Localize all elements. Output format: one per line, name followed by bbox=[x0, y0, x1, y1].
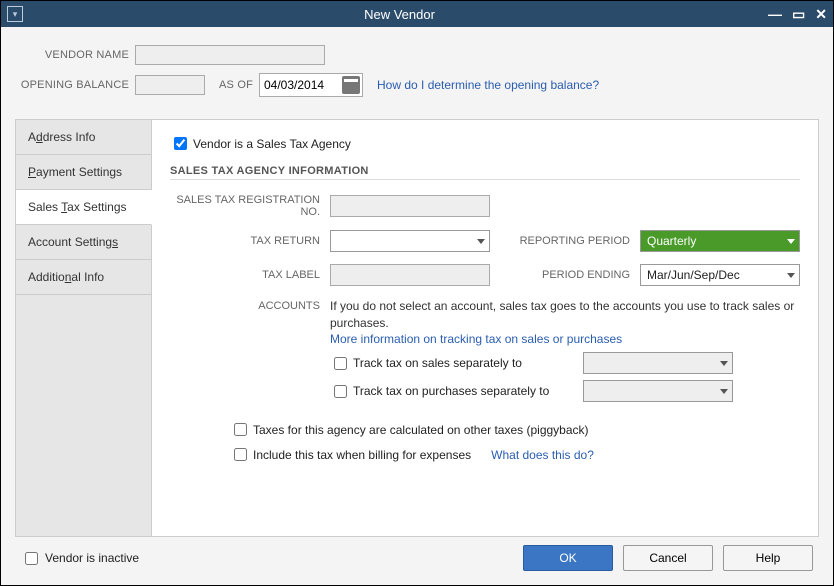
opening-balance-input[interactable] bbox=[135, 75, 205, 95]
opening-balance-label: OPENING BALANCE bbox=[19, 79, 135, 91]
include-billing-label: Include this tax when billing for expens… bbox=[253, 448, 471, 462]
chevron-down-icon bbox=[787, 273, 795, 278]
as-of-date-input[interactable] bbox=[260, 78, 340, 92]
titlebar: ▾ New Vendor — ▭ ✕ bbox=[1, 1, 833, 27]
period-ending-label: PERIOD ENDING bbox=[510, 269, 640, 281]
opening-balance-help-link[interactable]: How do I determine the opening balance? bbox=[377, 78, 599, 92]
piggyback-label: Taxes for this agency are calculated on … bbox=[253, 423, 589, 437]
sales-tax-panel: Vendor is a Sales Tax Agency SALES TAX A… bbox=[152, 120, 818, 536]
tax-label-label: TAX LABEL bbox=[170, 269, 330, 281]
system-menu-icon[interactable]: ▾ bbox=[7, 6, 23, 22]
tax-label-input[interactable] bbox=[330, 264, 490, 286]
track-sales-label: Track tax on sales separately to bbox=[353, 356, 583, 370]
period-ending-dropdown[interactable]: Mar/Jun/Sep/Dec bbox=[640, 264, 800, 286]
accounts-label: ACCOUNTS bbox=[170, 298, 330, 312]
tax-return-dropdown[interactable] bbox=[330, 230, 490, 252]
track-purchases-label: Track tax on purchases separately to bbox=[353, 384, 583, 398]
is-sales-tax-agency-label: Vendor is a Sales Tax Agency bbox=[193, 137, 351, 151]
period-ending-value: Mar/Jun/Sep/Dec bbox=[647, 268, 740, 282]
chevron-down-icon bbox=[720, 389, 728, 394]
window-title: New Vendor bbox=[31, 7, 768, 22]
include-billing-checkbox[interactable] bbox=[234, 448, 247, 461]
tab-account-settings[interactable]: Account Settings bbox=[16, 225, 151, 260]
close-button[interactable]: ✕ bbox=[815, 6, 827, 23]
track-sales-account-dropdown[interactable] bbox=[583, 352, 733, 374]
header-form: VENDOR NAME OPENING BALANCE AS OF How do… bbox=[15, 39, 819, 119]
maximize-button[interactable]: ▭ bbox=[792, 6, 805, 23]
section-title: SALES TAX AGENCY INFORMATION bbox=[170, 165, 800, 180]
reporting-period-dropdown[interactable]: Quarterly bbox=[640, 230, 800, 252]
footer: Vendor is inactive OK Cancel Help bbox=[15, 537, 819, 577]
is-sales-tax-agency-checkbox[interactable] bbox=[174, 137, 187, 150]
minimize-button[interactable]: — bbox=[768, 6, 782, 23]
accounts-description: If you do not select an account, sales t… bbox=[330, 298, 800, 332]
chevron-down-icon bbox=[720, 361, 728, 366]
tab-address-info[interactable]: Address Info bbox=[16, 120, 151, 155]
calendar-icon[interactable] bbox=[342, 76, 360, 94]
help-button[interactable]: Help bbox=[723, 545, 813, 571]
tab-sales-tax-settings[interactable]: Sales Tax Settings bbox=[16, 190, 152, 225]
reg-no-label: SALES TAX REGISTRATION NO. bbox=[170, 194, 330, 218]
vendor-inactive-checkbox[interactable] bbox=[25, 552, 38, 565]
track-purchases-account-dropdown[interactable] bbox=[583, 380, 733, 402]
track-purchases-checkbox[interactable] bbox=[334, 385, 347, 398]
as-of-label: AS OF bbox=[205, 79, 259, 91]
content-area: VENDOR NAME OPENING BALANCE AS OF How do… bbox=[1, 27, 833, 585]
track-sales-checkbox[interactable] bbox=[334, 357, 347, 370]
cancel-button[interactable]: Cancel bbox=[623, 545, 713, 571]
as-of-date-field[interactable] bbox=[259, 73, 363, 97]
tab-payment-settings[interactable]: Payment Settings bbox=[16, 155, 151, 190]
vendor-name-label: VENDOR NAME bbox=[19, 49, 135, 61]
vendor-name-input[interactable] bbox=[135, 45, 325, 65]
new-vendor-window: ▾ New Vendor — ▭ ✕ VENDOR NAME OPENING B… bbox=[0, 0, 834, 586]
main-area: Address Info Payment Settings Sales Tax … bbox=[15, 119, 819, 537]
reporting-period-label: REPORTING PERIOD bbox=[510, 235, 640, 247]
reg-no-input[interactable] bbox=[330, 195, 490, 217]
what-does-this-do-link[interactable]: What does this do? bbox=[491, 448, 594, 462]
chevron-down-icon bbox=[787, 239, 795, 244]
tab-additional-info[interactable]: Additional Info bbox=[16, 260, 151, 295]
ok-button[interactable]: OK bbox=[523, 545, 613, 571]
reporting-period-value: Quarterly bbox=[647, 234, 696, 248]
piggyback-checkbox[interactable] bbox=[234, 423, 247, 436]
more-info-link[interactable]: More information on tracking tax on sale… bbox=[330, 332, 622, 346]
chevron-down-icon bbox=[477, 239, 485, 244]
vendor-inactive-label: Vendor is inactive bbox=[45, 551, 139, 565]
tab-list: Address Info Payment Settings Sales Tax … bbox=[16, 120, 152, 536]
tax-return-label: TAX RETURN bbox=[170, 235, 330, 247]
